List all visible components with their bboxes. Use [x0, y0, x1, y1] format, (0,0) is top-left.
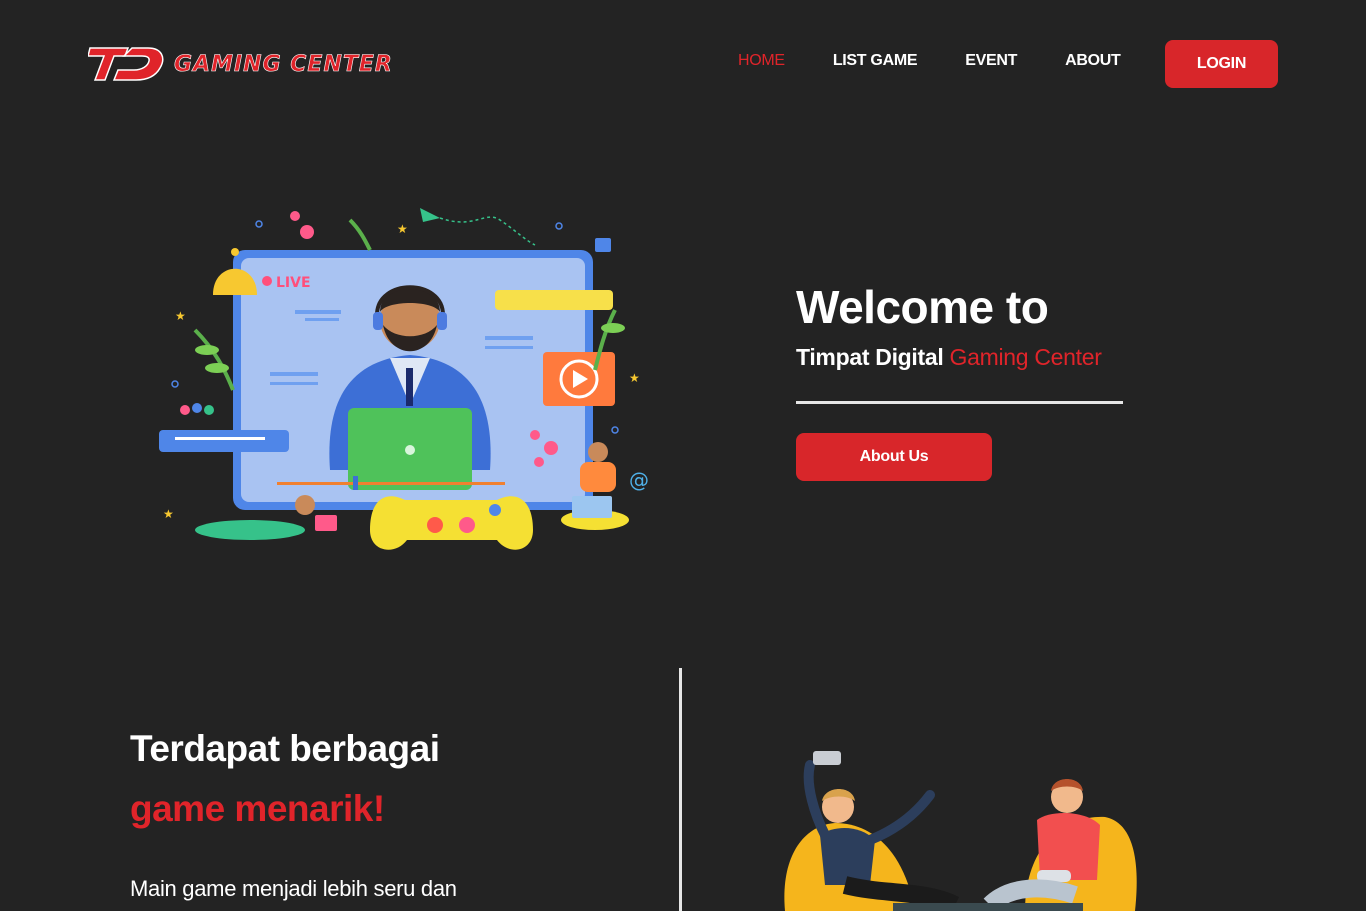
friends-gaming-illustration [784, 751, 1137, 911]
live-badge: LIVE [276, 275, 311, 291]
features-title-accent: game menarik! [130, 788, 385, 829]
login-button[interactable]: LOGIN [1165, 40, 1278, 88]
svg-text:★: ★ [163, 507, 174, 521]
features-description: Main game menjadi lebih seru dan [130, 876, 457, 901]
nav-event[interactable]: EVENT [965, 52, 1017, 70]
hero-subtitle: Timpat Digital Gaming Center [796, 344, 1126, 371]
hero-divider [796, 401, 1123, 404]
brand-logo[interactable]: GAMING CENTER [88, 44, 393, 84]
hero-subtitle-plain: Timpat Digital [796, 344, 944, 370]
live-streamer-illustration: LIVE @ ★ ★ ★ ★ [159, 208, 649, 550]
nav-about[interactable]: ABOUT [1065, 52, 1121, 70]
nav-home[interactable]: HOME [738, 52, 785, 70]
hero-title: Welcome to [796, 281, 1049, 333]
svg-text:★: ★ [175, 309, 186, 323]
about-us-button[interactable]: About Us [796, 433, 992, 481]
navbar: GAMING CENTER HOME LIST GAME EVENT ABOUT… [0, 0, 1366, 128]
svg-text:★: ★ [397, 222, 408, 236]
td-logo-icon [88, 47, 164, 81]
hero-subtitle-accent: Gaming Center [949, 344, 1102, 370]
svg-text:@: @ [629, 468, 649, 492]
vertical-divider [679, 668, 682, 911]
nav-list-game[interactable]: LIST GAME [833, 52, 918, 70]
svg-text:★: ★ [629, 371, 640, 385]
main-menu: HOME LIST GAME EVENT ABOUT [738, 52, 1168, 70]
brand-name: GAMING CENTER [174, 51, 393, 77]
hero-section: Welcome to Timpat Digital Gaming Center … [796, 280, 1126, 481]
features-title: Terdapat berbagai [130, 728, 440, 769]
